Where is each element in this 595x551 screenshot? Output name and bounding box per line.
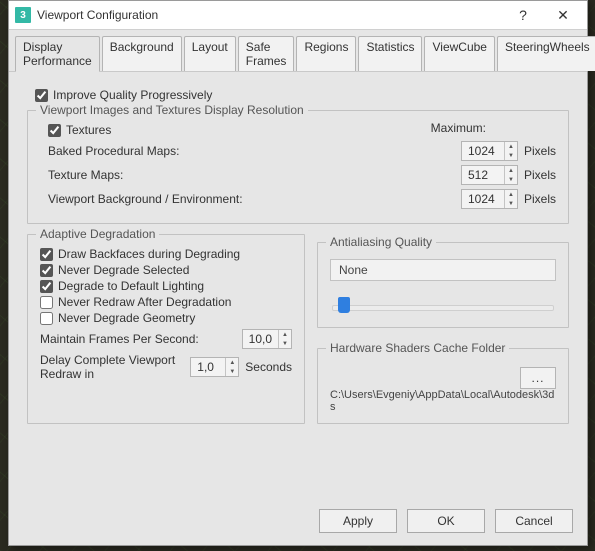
- fps-value: 10,0: [243, 330, 278, 348]
- spinner-arrows[interactable]: ▲▼: [278, 330, 291, 348]
- browse-folder-button[interactable]: ...: [520, 367, 556, 389]
- tab-display-performance[interactable]: Display Performance: [15, 36, 100, 72]
- texture-maps-label: Texture Maps:: [48, 168, 461, 182]
- delay-unit: Seconds: [245, 360, 292, 374]
- texture-maps-unit: Pixels: [524, 168, 556, 182]
- fps-label: Maintain Frames Per Second:: [40, 332, 242, 346]
- viewport-configuration-dialog: 3 Viewport Configuration ? ✕ Display Per…: [8, 0, 588, 546]
- textures-input[interactable]: [48, 124, 61, 137]
- baked-maps-unit: Pixels: [524, 144, 556, 158]
- bg-env-unit: Pixels: [524, 192, 556, 206]
- texture-maps-spinner[interactable]: 512 ▲▼: [461, 165, 518, 185]
- baked-maps-spinner[interactable]: 1024 ▲▼: [461, 141, 518, 161]
- titlebar[interactable]: 3 Viewport Configuration ? ✕: [9, 1, 587, 30]
- never-redraw-checkbox[interactable]: Never Redraw After Degradation: [40, 295, 292, 309]
- bg-env-label: Viewport Background / Environment:: [48, 192, 461, 206]
- delay-value: 1,0: [191, 358, 225, 376]
- antialiasing-value-box: None: [330, 259, 556, 281]
- delay-label: Delay Complete Viewport Redraw in: [40, 353, 186, 381]
- tab-content: Improve Quality Progressively Viewport I…: [9, 72, 587, 545]
- close-button[interactable]: ✕: [543, 1, 583, 29]
- tab-statistics[interactable]: Statistics: [358, 36, 422, 71]
- spinner-arrows[interactable]: ▲▼: [504, 190, 517, 208]
- degrade-default-lighting-checkbox[interactable]: Degrade to Default Lighting: [40, 279, 292, 293]
- texture-maps-value: 512: [462, 166, 504, 184]
- improve-quality-input[interactable]: [35, 89, 48, 102]
- tab-steeringwheels[interactable]: SteeringWheels: [497, 36, 595, 71]
- cancel-button[interactable]: Cancel: [495, 509, 573, 533]
- degradation-group-title: Adaptive Degradation: [36, 227, 159, 241]
- maximum-label: Maximum:: [431, 121, 486, 135]
- tab-background[interactable]: Background: [102, 36, 182, 71]
- cache-folder-title: Hardware Shaders Cache Folder: [326, 341, 509, 355]
- draw-backfaces-label: Draw Backfaces during Degrading: [58, 247, 240, 261]
- tab-regions[interactable]: Regions: [296, 36, 356, 71]
- never-redraw-label: Never Redraw After Degradation: [58, 295, 231, 309]
- tab-bar: Display Performance Background Layout Sa…: [9, 30, 587, 72]
- degrade-default-lighting-label: Degrade to Default Lighting: [58, 279, 204, 293]
- never-degrade-selected-label: Never Degrade Selected: [58, 263, 189, 277]
- delay-spinner[interactable]: 1,0 ▲▼: [190, 357, 239, 377]
- never-degrade-geometry-checkbox[interactable]: Never Degrade Geometry: [40, 311, 292, 325]
- never-degrade-geometry-label: Never Degrade Geometry: [58, 311, 195, 325]
- antialiasing-group: Antialiasing Quality None: [317, 242, 569, 328]
- spinner-arrows[interactable]: ▲▼: [225, 358, 238, 376]
- tab-safe-frames[interactable]: Safe Frames: [238, 36, 295, 71]
- improve-quality-checkbox[interactable]: Improve Quality Progressively: [35, 88, 569, 102]
- improve-quality-label: Improve Quality Progressively: [53, 88, 212, 102]
- spinner-arrows[interactable]: ▲▼: [504, 142, 517, 160]
- slider-track: [332, 305, 554, 311]
- baked-maps-label: Baked Procedural Maps:: [48, 144, 461, 158]
- tab-layout[interactable]: Layout: [184, 36, 236, 71]
- draw-backfaces-checkbox[interactable]: Draw Backfaces during Degrading: [40, 247, 292, 261]
- bg-env-spinner[interactable]: 1024 ▲▼: [461, 189, 518, 209]
- baked-maps-value: 1024: [462, 142, 504, 160]
- fps-spinner[interactable]: 10,0 ▲▼: [242, 329, 292, 349]
- bg-env-value: 1024: [462, 190, 504, 208]
- tab-viewcube[interactable]: ViewCube: [424, 36, 494, 71]
- antialiasing-group-title: Antialiasing Quality: [326, 235, 436, 249]
- textures-group: Viewport Images and Textures Display Res…: [27, 110, 569, 224]
- window-title: Viewport Configuration: [37, 8, 158, 22]
- cache-folder-path: C:\Users\Evgeniy\AppData\Local\Autodesk\…: [330, 389, 556, 413]
- cache-folder-group: Hardware Shaders Cache Folder ... C:\Use…: [317, 348, 569, 424]
- app-icon: 3: [15, 7, 31, 23]
- dialog-buttons: Apply OK Cancel: [319, 509, 573, 533]
- ok-button[interactable]: OK: [407, 509, 485, 533]
- help-button[interactable]: ?: [503, 1, 543, 29]
- slider-thumb[interactable]: [338, 297, 350, 313]
- degradation-group: Adaptive Degradation Draw Backfaces duri…: [27, 234, 305, 424]
- never-degrade-selected-checkbox[interactable]: Never Degrade Selected: [40, 263, 292, 277]
- antialiasing-slider[interactable]: [330, 297, 556, 317]
- textures-label: Textures: [66, 123, 111, 137]
- textures-group-title: Viewport Images and Textures Display Res…: [36, 103, 308, 117]
- spinner-arrows[interactable]: ▲▼: [504, 166, 517, 184]
- apply-button[interactable]: Apply: [319, 509, 397, 533]
